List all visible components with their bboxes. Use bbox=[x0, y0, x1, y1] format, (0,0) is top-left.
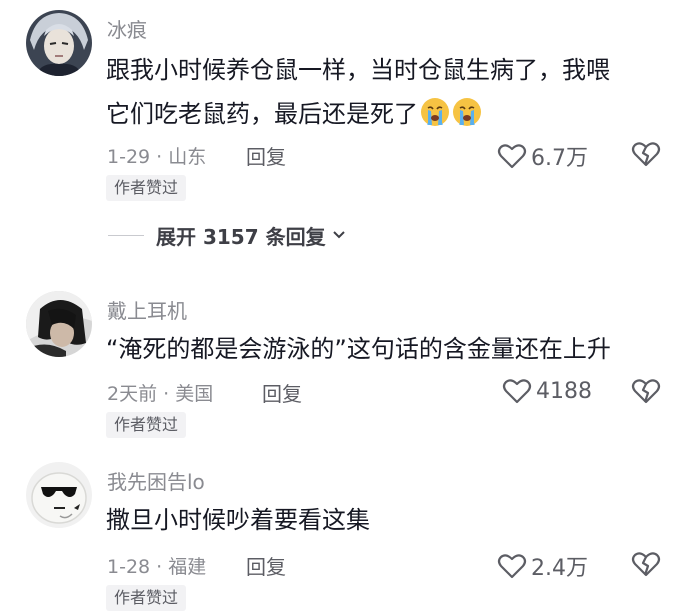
comment-text-line: 它们吃老鼠药，最后还是死了 bbox=[106, 92, 666, 136]
heart-icon bbox=[497, 554, 527, 579]
reply-button[interactable]: 回复 bbox=[262, 378, 302, 407]
heart-icon bbox=[502, 379, 532, 404]
like-button[interactable]: 4188 bbox=[502, 377, 592, 405]
dislike-button[interactable] bbox=[631, 140, 661, 172]
comment-text-line: 撒旦小时候吵着要看这集 bbox=[106, 506, 370, 534]
crying-face-icon bbox=[453, 98, 481, 126]
comment-time: 1-29 bbox=[107, 146, 151, 168]
chevron-down-icon bbox=[332, 231, 345, 239]
meta-separator: · bbox=[150, 146, 169, 168]
username[interactable]: 冰痕 bbox=[107, 14, 147, 43]
reply-button[interactable]: 回复 bbox=[246, 551, 286, 580]
expand-replies-label: 展开 3157 条回复 bbox=[156, 224, 326, 249]
divider-line bbox=[108, 234, 144, 236]
like-count: 2.4万 bbox=[531, 556, 588, 581]
meta-separator: · bbox=[150, 556, 169, 578]
like-count: 6.7万 bbox=[531, 146, 588, 171]
avatar[interactable] bbox=[26, 10, 92, 76]
comment-meta: 1-28 · 福建 bbox=[107, 552, 206, 579]
expand-replies-button[interactable]: 展开 3157 条回复 bbox=[108, 220, 348, 250]
comment-time: 2天前 bbox=[107, 383, 158, 405]
comment-time: 1-28 bbox=[107, 556, 151, 578]
meta-separator: · bbox=[157, 383, 176, 405]
author-liked-badge: 作者赞过 bbox=[106, 175, 187, 201]
author-liked-badge: 作者赞过 bbox=[106, 412, 187, 438]
comment-text: 跟我小时候养仓鼠一样，当时仓鼠生病了，我喂 它们吃老鼠药，最后还是死了 bbox=[106, 48, 666, 136]
comment-text: 撒旦小时候吵着要看这集 bbox=[106, 498, 666, 542]
comment-location: 福建 bbox=[168, 556, 207, 578]
avatar[interactable] bbox=[26, 462, 92, 528]
heart-icon bbox=[497, 144, 527, 169]
broken-heart-icon bbox=[631, 142, 661, 167]
username[interactable]: 我先困告lo bbox=[107, 466, 205, 495]
like-button[interactable]: 6.7万 bbox=[497, 140, 588, 172]
author-liked-badge: 作者赞过 bbox=[106, 585, 187, 611]
comment-text-segment: 它们吃老鼠药，最后还是死了 bbox=[106, 100, 418, 128]
dislike-button[interactable] bbox=[631, 550, 661, 582]
like-button[interactable]: 2.4万 bbox=[497, 550, 588, 582]
reply-button[interactable]: 回复 bbox=[246, 141, 286, 170]
dislike-button[interactable] bbox=[631, 377, 661, 409]
username[interactable]: 戴上耳机 bbox=[107, 295, 187, 324]
comment-text-line: “淹死的都是会游泳的”这句话的含金量还在上升 bbox=[106, 335, 611, 363]
crying-face-icon bbox=[421, 98, 449, 126]
avatar[interactable] bbox=[26, 291, 92, 357]
broken-heart-icon bbox=[631, 379, 661, 404]
comment-text: “淹死的都是会游泳的”这句话的含金量还在上升 bbox=[106, 327, 666, 371]
comment-location: 美国 bbox=[175, 383, 214, 405]
broken-heart-icon bbox=[631, 552, 661, 577]
comment-text-line: 跟我小时候养仓鼠一样，当时仓鼠生病了，我喂 bbox=[106, 56, 610, 84]
comment-meta: 2天前 · 美国 bbox=[107, 379, 213, 406]
comment-location: 山东 bbox=[168, 146, 207, 168]
comment-meta: 1-29 · 山东 bbox=[107, 142, 206, 169]
like-count: 4188 bbox=[536, 378, 592, 404]
